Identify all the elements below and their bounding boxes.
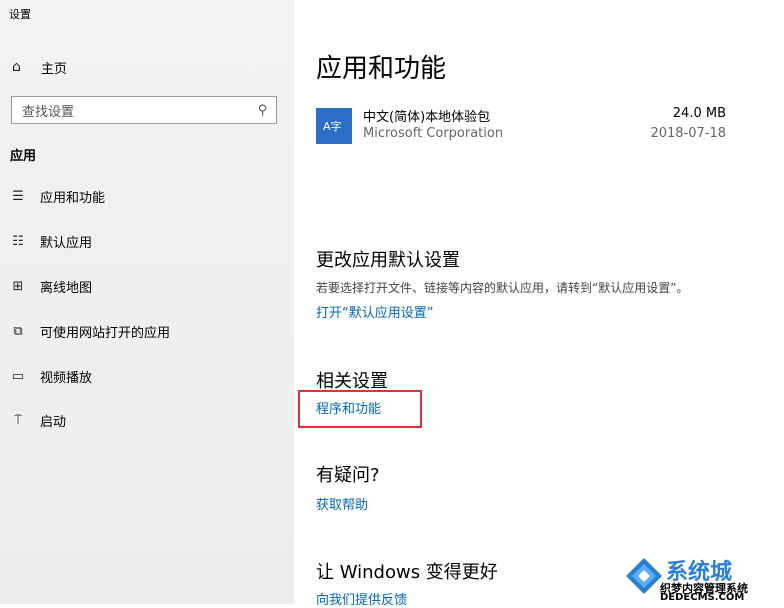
sidebar-item-label: 默认应用 [40,235,93,251]
sidebar-item-apps-features[interactable]: ☰ 应用和功能 [0,183,294,209]
sidebar-item-startup[interactable]: ⍑ 启动 [0,407,294,433]
sidebar-item-offline-maps[interactable]: ⊞ 离线地图 [0,273,294,299]
sidebar-item-label: 离线地图 [40,280,93,296]
sidebar-item-label: 可使用网站打开的应用 [40,325,171,341]
open-web-icon: ⧉ [13,323,23,339]
sidebar-item-label: 启动 [40,414,67,430]
watermark: 系统城 织梦内容管理系统 DEDECMS.COM [620,554,780,604]
search-input[interactable]: 查找设置 [22,101,258,120]
app-publisher: Microsoft Corporation [363,126,504,141]
watermark-url: DEDECMS.COM [660,592,745,603]
app-list-item[interactable]: A字 中文(简体)本地体验包 Microsoft Corporation 24.… [316,106,726,146]
get-help-link[interactable]: 获取帮助 [316,494,368,513]
sidebar-item-label: 应用和功能 [40,190,106,206]
video-icon: ▭ [11,368,25,384]
nav-home-label: 主页 [41,61,68,77]
map-icon: ⊞ [12,278,24,294]
sidebar-item-label: 视频播放 [40,370,93,386]
watermark-logo-icon [626,558,662,594]
default-settings-heading: 更改应用默认设置 [316,250,460,271]
search-icon[interactable]: ⚲ [258,103,268,118]
page-title: 应用和功能 [316,54,447,84]
app-tile-icon: A字 [316,108,352,144]
improve-windows-heading: 让 Windows 变得更好 [316,562,498,583]
startup-icon: ⍑ [14,412,22,428]
app-name: 中文(简体)本地体验包 [363,110,491,125]
default-apps-icon: ☷ [12,233,24,249]
window-title: 设置 [9,8,31,21]
question-heading: 有疑问? [316,465,380,486]
search-box[interactable]: 查找设置 ⚲ [11,96,277,124]
sidebar-item-default-apps[interactable]: ☷ 默认应用 [0,228,294,254]
section-header: 应用 [10,149,37,164]
highlight-box [298,390,422,428]
main-content: 应用和功能 A字 中文(简体)本地体验包 Microsoft Corporati… [294,0,784,608]
app-size: 24.0 MB [672,106,726,121]
apps-list-icon: ☰ [12,188,24,204]
default-settings-desc: 若要选择打开文件、链接等内容的默认应用，请转到“默认应用设置”。 [316,281,689,295]
nav-home[interactable]: ⌂ 主页 [0,54,294,80]
feedback-link[interactable]: 向我们提供反馈 [316,589,407,608]
sidebar: 设置 ⌂ 主页 查找设置 ⚲ 应用 ☰ 应用和功能 ☷ 默认应用 ⊞ 离线地图 … [0,0,294,604]
sidebar-item-apps-for-websites[interactable]: ⧉ 可使用网站打开的应用 [0,318,294,344]
sidebar-item-video-playback[interactable]: ▭ 视频播放 [0,363,294,389]
home-icon: ⌂ [12,59,21,75]
app-date: 2018-07-18 [650,126,726,141]
open-default-apps-link[interactable]: 打开“默认应用设置” [316,302,433,321]
